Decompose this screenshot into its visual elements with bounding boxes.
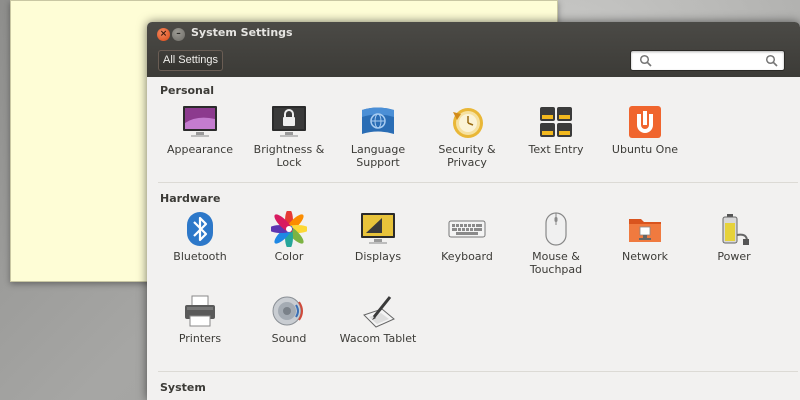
ubuntu-one-icon (625, 102, 665, 142)
settings-item-label: Displays (354, 250, 402, 263)
speaker-icon (269, 291, 309, 331)
settings-item-keyboard[interactable]: Keyboard (422, 209, 512, 281)
minimize-window-button[interactable]: – (172, 28, 185, 41)
security-icon (447, 102, 487, 142)
settings-item-network[interactable]: Network (600, 209, 690, 281)
settings-item-label: Power (717, 250, 751, 263)
settings-item-brightness-lock[interactable]: Brightness & Lock (244, 102, 334, 174)
settings-item-label: Brightness & Lock (253, 143, 325, 169)
bluetooth-icon (180, 209, 220, 249)
search-clear-icon[interactable] (765, 54, 779, 68)
settings-item-label: Keyboard (441, 250, 493, 263)
lock-icon (269, 102, 309, 142)
settings-item-label: Bluetooth (173, 250, 227, 263)
settings-item-label: Sound (271, 332, 307, 345)
system-settings-window: × – System Settings All Settings Persona… (147, 22, 800, 400)
language-icon (358, 102, 398, 142)
settings-item-label: Appearance (166, 143, 234, 156)
settings-item-power[interactable]: Power (689, 209, 779, 281)
settings-item-label: Security & Privacy (438, 143, 496, 169)
all-settings-button[interactable]: All Settings (158, 50, 224, 71)
window-title: System Settings (191, 26, 293, 39)
display-icon (358, 209, 398, 249)
tablet-pen-icon (358, 291, 398, 331)
network-folder-icon (625, 209, 665, 249)
settings-item-label: Text Entry (528, 143, 584, 156)
search-icon (639, 54, 652, 67)
section-divider (158, 371, 798, 372)
settings-item-label: Mouse & Touchpad (529, 250, 583, 276)
settings-item-language-support[interactable]: Language Support (333, 102, 423, 174)
appearance-icon (180, 102, 220, 142)
settings-item-label: Ubuntu One (611, 143, 679, 156)
settings-item-bluetooth[interactable]: Bluetooth (155, 209, 245, 281)
mouse-icon (536, 209, 576, 249)
settings-item-mouse-touchpad[interactable]: Mouse & Touchpad (511, 209, 601, 281)
settings-item-label: Wacom Tablet (339, 332, 417, 345)
keyboard-icon (447, 209, 487, 249)
settings-item-label: Language Support (350, 143, 406, 169)
settings-item-label: Color (274, 250, 304, 263)
settings-item-label: Printers (178, 332, 222, 345)
search-box[interactable] (630, 50, 785, 71)
close-icon: × (159, 29, 168, 39)
settings-item-security-privacy[interactable]: Security & Privacy (422, 102, 512, 174)
minimize-icon: – (176, 29, 181, 39)
settings-item-printers[interactable]: Printers (155, 291, 245, 363)
settings-item-color[interactable]: Color (244, 209, 334, 281)
settings-item-label: Network (622, 250, 668, 263)
color-icon (269, 209, 309, 249)
printer-icon (180, 291, 220, 331)
section-divider (158, 182, 798, 183)
settings-item-text-entry[interactable]: Text Entry (511, 102, 601, 174)
settings-item-appearance[interactable]: Appearance (155, 102, 245, 174)
section-title-system: System (160, 381, 206, 394)
battery-icon (714, 209, 754, 249)
title-bar: × – System Settings All Settings (147, 22, 800, 77)
settings-item-sound[interactable]: Sound (244, 291, 334, 363)
section-title-hardware: Hardware (160, 192, 221, 205)
section-title-personal: Personal (160, 84, 215, 97)
settings-item-wacom-tablet[interactable]: Wacom Tablet (333, 291, 423, 363)
settings-content: Personal Appearance Brightness & Lock La… (147, 77, 800, 400)
close-window-button[interactable]: × (157, 28, 170, 41)
settings-item-displays[interactable]: Displays (333, 209, 423, 281)
settings-item-ubuntu-one[interactable]: Ubuntu One (600, 102, 690, 174)
keyboard-layout-icon (536, 102, 576, 142)
search-input[interactable] (655, 53, 761, 68)
